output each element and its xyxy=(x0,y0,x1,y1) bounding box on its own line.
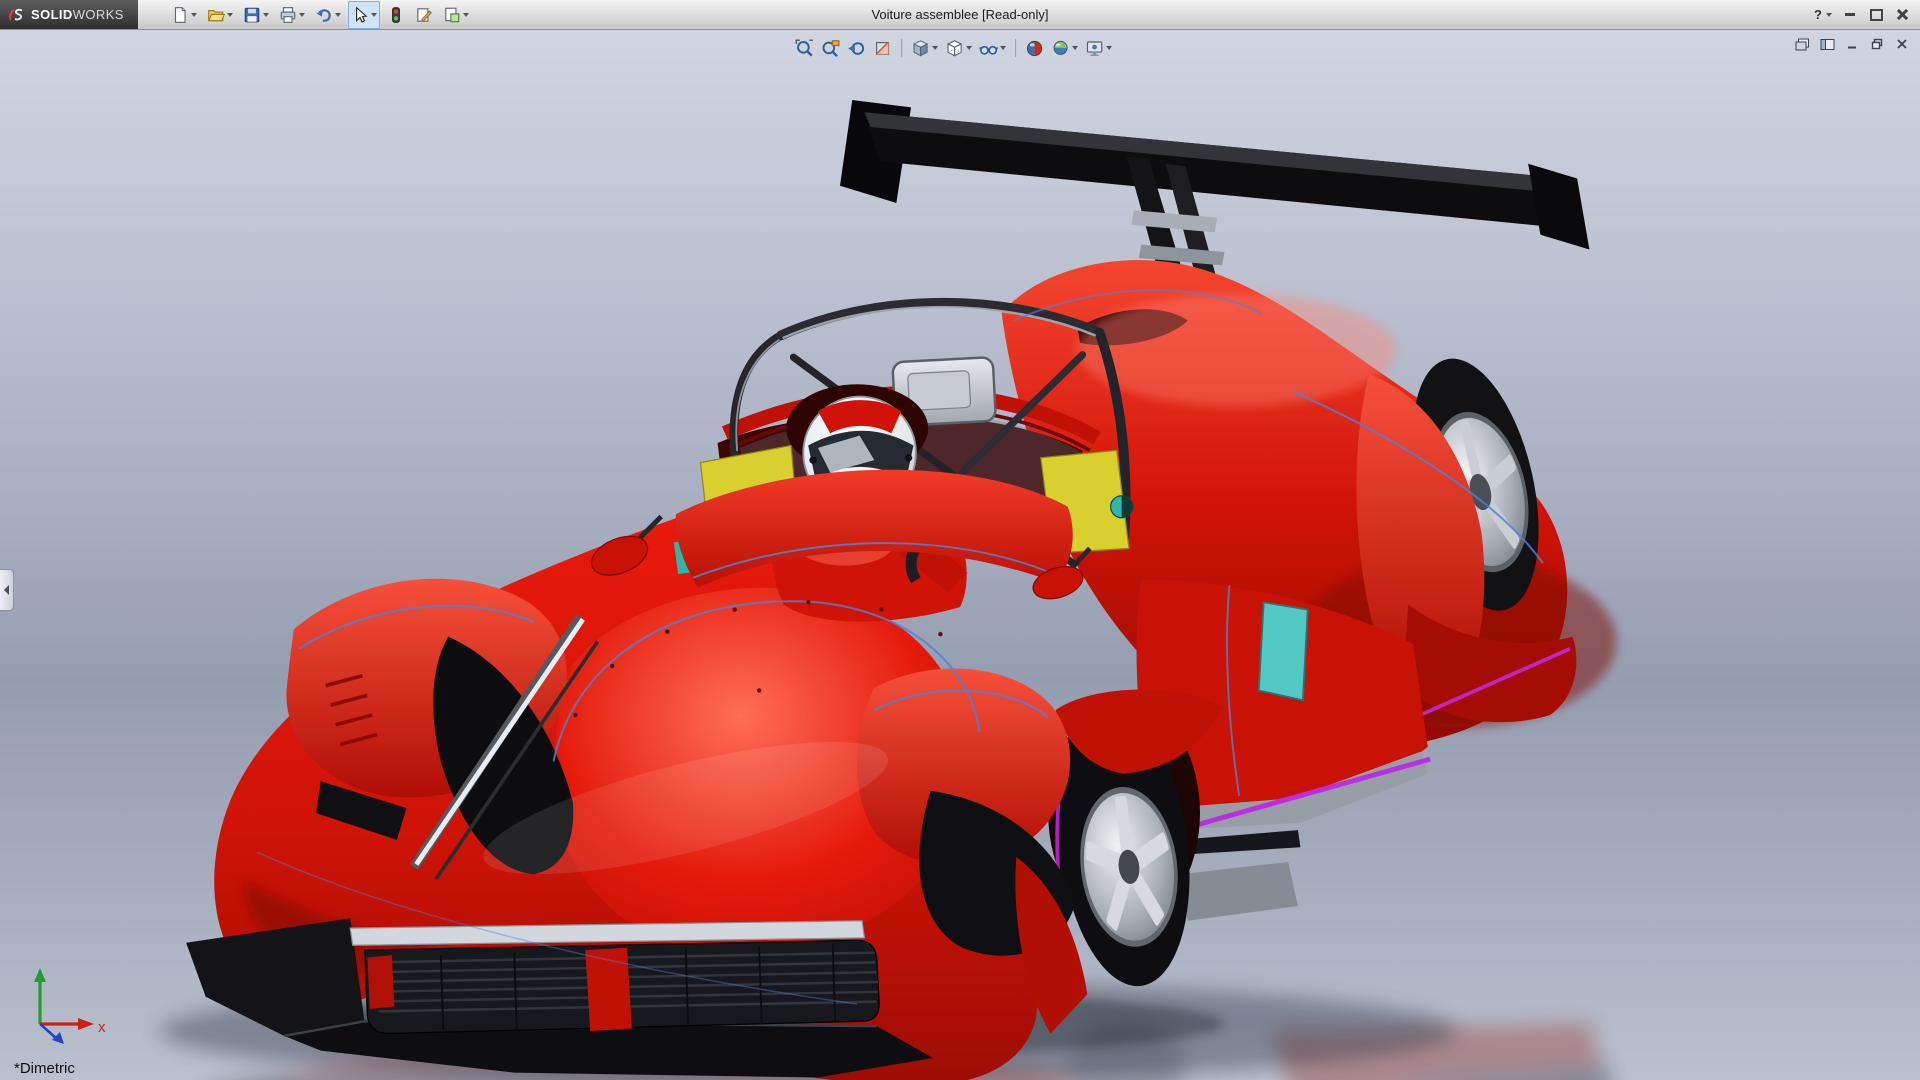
zoom-to-fit-button[interactable] xyxy=(793,33,816,63)
eyeglasses-icon xyxy=(979,39,998,58)
solidworks-logo: SOLIDWORKS xyxy=(0,0,138,29)
make-drawing-button[interactable] xyxy=(412,1,436,29)
new-document-icon xyxy=(171,6,189,24)
zoom-to-fit-icon xyxy=(795,39,814,58)
window-controls: ? xyxy=(1810,5,1920,25)
dropdown-caret[interactable] xyxy=(932,46,938,50)
solidworks-logo-icon xyxy=(8,7,26,23)
undo-button[interactable] xyxy=(312,1,344,29)
doc-restore-button[interactable] xyxy=(1867,35,1887,53)
select-button[interactable] xyxy=(348,1,380,29)
split-pane-icon xyxy=(1820,38,1835,51)
minimize-button[interactable] xyxy=(1838,5,1862,25)
save-icon xyxy=(243,6,261,24)
title-bar: SOLIDWORKS xyxy=(0,0,1920,30)
close-button[interactable] xyxy=(1890,5,1914,25)
main-toolbar xyxy=(168,1,472,29)
dropdown-caret[interactable] xyxy=(1106,46,1112,50)
print-button[interactable] xyxy=(276,1,308,29)
minimize-icon xyxy=(1845,13,1855,16)
previous-view-icon xyxy=(847,39,866,58)
car-model xyxy=(0,29,1920,1080)
rebuild-button[interactable] xyxy=(384,1,408,29)
reference-triad: x xyxy=(22,962,112,1046)
solidworks-window: SOLIDWORKS xyxy=(0,0,1920,1080)
apply-scene-button[interactable] xyxy=(1049,33,1080,63)
dropdown-caret[interactable] xyxy=(1826,13,1832,17)
zoom-to-area-icon xyxy=(821,39,840,58)
scene-sphere-icon xyxy=(1051,39,1070,58)
open-folder-icon xyxy=(207,6,225,24)
heads-up-view-toolbar xyxy=(793,33,1114,63)
help-button[interactable]: ? xyxy=(1810,7,1836,22)
display-style-button[interactable] xyxy=(943,33,974,63)
dropdown-caret[interactable] xyxy=(335,13,341,17)
edit-appearance-button[interactable] xyxy=(1023,33,1046,63)
make-drawing-icon xyxy=(415,6,433,24)
view-settings-button[interactable] xyxy=(1083,33,1114,63)
display-style-icon xyxy=(945,39,964,58)
cascade-pane-button[interactable] xyxy=(1792,35,1812,53)
split-pane-button[interactable] xyxy=(1817,35,1837,53)
panel-flyout-tab[interactable] xyxy=(0,569,14,611)
toolbar-separator xyxy=(1015,39,1016,57)
document-title: Voiture assemblee [Read-only] xyxy=(871,7,1048,22)
dropdown-caret[interactable] xyxy=(263,13,269,17)
appearance-sphere-icon xyxy=(1025,39,1044,58)
make-assembly-icon xyxy=(443,6,461,24)
dropdown-caret[interactable] xyxy=(966,46,972,50)
restore-button[interactable] xyxy=(1864,5,1888,25)
doc-close-button[interactable] xyxy=(1892,35,1912,53)
section-view-button[interactable] xyxy=(871,33,894,63)
dropdown-caret[interactable] xyxy=(227,13,233,17)
section-view-icon xyxy=(873,39,892,58)
zoom-to-area-button[interactable] xyxy=(819,33,842,63)
save-button[interactable] xyxy=(240,1,272,29)
document-window-controls xyxy=(1792,35,1912,53)
select-arrow-icon xyxy=(351,6,369,24)
view-orientation-cube-icon xyxy=(911,39,930,58)
make-assembly-button[interactable] xyxy=(440,1,472,29)
restore-icon xyxy=(1870,9,1883,21)
doc-close-icon xyxy=(1896,38,1908,50)
hide-show-items-button[interactable] xyxy=(977,33,1008,63)
view-orientation-label: *Dimetric xyxy=(14,1060,75,1077)
open-button[interactable] xyxy=(204,1,236,29)
doc-minimize-icon xyxy=(1846,38,1858,50)
doc-minimize-button[interactable] xyxy=(1842,35,1862,53)
doc-restore-icon xyxy=(1871,38,1883,50)
dropdown-caret[interactable] xyxy=(191,13,197,17)
view-settings-icon xyxy=(1085,39,1104,58)
undo-icon xyxy=(315,6,333,24)
graphics-viewport[interactable]: x *Dimetric xyxy=(0,29,1920,1080)
cascade-pane-icon xyxy=(1795,38,1810,51)
dropdown-caret[interactable] xyxy=(299,13,305,17)
dropdown-caret[interactable] xyxy=(371,13,377,17)
new-document-button[interactable] xyxy=(168,1,200,29)
close-icon xyxy=(1897,9,1908,20)
view-orientation-button[interactable] xyxy=(909,33,940,63)
dropdown-caret[interactable] xyxy=(463,13,469,17)
rebuild-traffic-icon xyxy=(387,6,405,24)
help-glyph: ? xyxy=(1814,7,1822,22)
toolbar-separator xyxy=(901,39,902,57)
triad-x-label: x xyxy=(98,1019,106,1036)
previous-view-button[interactable] xyxy=(845,33,868,63)
print-icon xyxy=(279,6,297,24)
dropdown-caret[interactable] xyxy=(1072,46,1078,50)
chevron-left-icon xyxy=(3,585,10,595)
brand-text: SOLIDWORKS xyxy=(31,7,124,22)
dropdown-caret[interactable] xyxy=(1000,46,1006,50)
